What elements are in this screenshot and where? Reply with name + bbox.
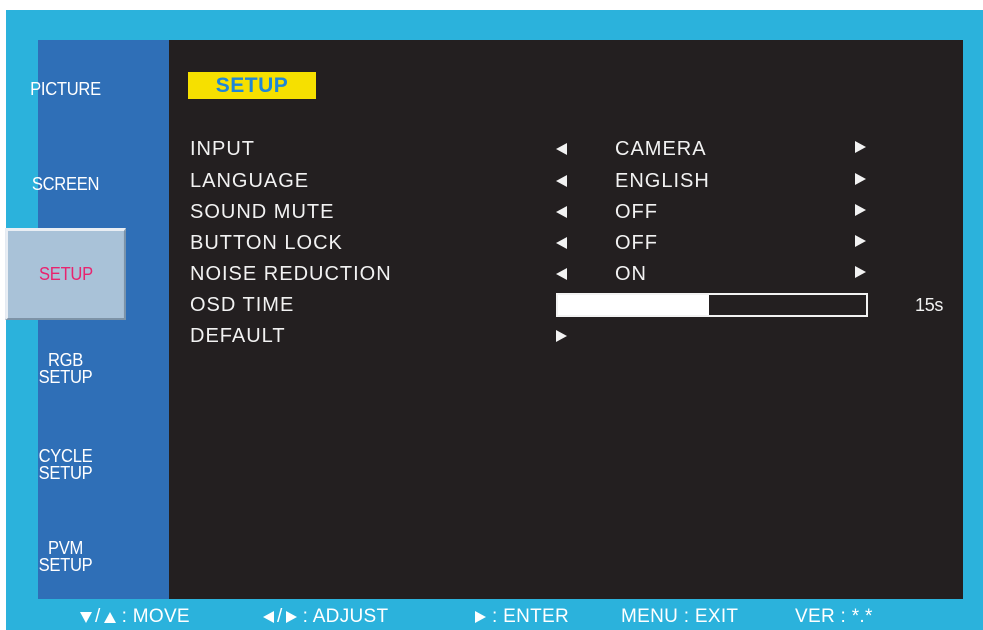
sidebar-item-picture[interactable]: PICTURE xyxy=(5,72,126,106)
menu-row-button-lock-label[interactable]: BUTTON LOCK xyxy=(190,231,343,255)
osd-time-slider[interactable] xyxy=(556,293,868,317)
menu-row-sound-mute-label[interactable]: SOUND MUTE xyxy=(190,200,334,224)
footer-adjust: / : ADJUST xyxy=(263,606,388,628)
menu-row-language-value: ENGLISH xyxy=(615,170,710,192)
footer-adjust-text: : ADJUST xyxy=(302,606,389,627)
menu-row-button-lock-value: OFF xyxy=(615,232,658,254)
triangle-right-icon[interactable] xyxy=(855,266,866,278)
triangle-right-icon[interactable] xyxy=(855,204,866,216)
sidebar-item-rgb-setup[interactable]: RGB SETUP xyxy=(5,346,126,392)
menu-row-default-label[interactable]: DEFAULT xyxy=(190,324,286,348)
osd-time-slider-fill xyxy=(558,295,709,315)
triangle-down-icon xyxy=(80,611,92,623)
triangle-left-icon[interactable] xyxy=(556,175,567,187)
menu-row-noise-reduction-label[interactable]: NOISE REDUCTION xyxy=(190,262,392,286)
osd-time-value: 15s xyxy=(915,295,944,315)
triangle-left-icon[interactable] xyxy=(556,206,567,218)
footer-help: / : MOVE / : ADJUST : ENTER MENU : EXIT … xyxy=(38,602,963,630)
triangle-left-icon xyxy=(263,611,274,623)
triangle-left-icon[interactable] xyxy=(556,268,567,280)
triangle-left-icon[interactable] xyxy=(556,143,567,155)
triangle-right-icon xyxy=(285,611,297,623)
triangle-right-icon[interactable] xyxy=(556,330,567,342)
footer-enter-text: : ENTER xyxy=(492,606,570,627)
triangle-right-icon[interactable] xyxy=(855,141,866,153)
triangle-right-icon xyxy=(475,611,486,623)
menu-row-noise-reduction-value: ON xyxy=(615,263,647,285)
triangle-left-icon[interactable] xyxy=(556,237,567,249)
sidebar-item-pvm-setup[interactable]: PVM SETUP xyxy=(5,534,126,580)
triangle-up-icon xyxy=(103,611,116,623)
footer-move-text: : MOVE xyxy=(121,606,190,627)
triangle-right-icon[interactable] xyxy=(855,173,866,185)
footer-exit: MENU : EXIT xyxy=(621,606,739,627)
footer-enter: : ENTER xyxy=(475,606,569,628)
menu-row-input-value: CAMERA xyxy=(615,138,707,160)
page-title: SETUP xyxy=(188,72,316,99)
footer-move: / : MOVE xyxy=(80,606,190,628)
sidebar-item-screen[interactable]: SCREEN xyxy=(5,167,126,201)
menu-row-input-label[interactable]: INPUT xyxy=(190,137,255,161)
menu-row-sound-mute-value: OFF xyxy=(615,201,658,223)
triangle-right-icon[interactable] xyxy=(855,235,866,247)
main-panel xyxy=(169,40,963,599)
sidebar-item-setup[interactable]: SETUP xyxy=(5,228,126,320)
sidebar-item-cycle-setup[interactable]: CYCLE SETUP xyxy=(5,442,126,488)
menu-row-osd-time-label[interactable]: OSD TIME xyxy=(190,293,294,317)
menu-row-language-label[interactable]: LANGUAGE xyxy=(190,169,309,193)
footer-version: VER : *.* xyxy=(795,606,873,627)
